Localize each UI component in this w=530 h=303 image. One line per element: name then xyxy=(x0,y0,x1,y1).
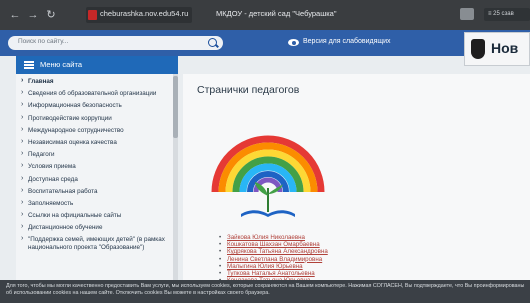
search-placeholder: Поиск по сайту... xyxy=(18,38,69,45)
sidebar-menu-item[interactable]: Условия приема xyxy=(16,161,172,173)
sidebar-menu: Меню сайта ГлавнаяСведения об образовате… xyxy=(16,56,178,286)
reload-icon[interactable]: ↻ xyxy=(44,9,58,21)
lock-icon xyxy=(88,10,97,20)
sidebar-menu-item[interactable]: Заполняемость xyxy=(16,198,172,210)
url-text: cheburashka.nov.edu54.ru xyxy=(100,9,189,18)
search-input[interactable]: Поиск по сайту... xyxy=(8,36,223,50)
sidebar-menu-item[interactable]: Международное сотрудничество xyxy=(16,125,172,137)
sidebar-scrollbar[interactable] xyxy=(173,74,178,286)
address-bar[interactable]: cheburashka.nov.edu54.ru xyxy=(86,7,192,23)
coat-of-arms-icon xyxy=(471,39,485,59)
teacher-page-link[interactable]: Тупкова Наталья Анатольевна xyxy=(219,270,429,277)
sidebar-menu-item[interactable]: Противодействие коррупции xyxy=(16,113,172,125)
site-header: Поиск по сайту... Версия для слабовидящи… xyxy=(0,30,530,56)
search-icon[interactable] xyxy=(208,38,217,47)
cookie-text: Для того, чтобы мы могли качественно пре… xyxy=(6,283,525,296)
cookie-banner: Для того, чтобы мы могли качественно пре… xyxy=(0,280,530,303)
sidebar-menu-item[interactable]: Главная xyxy=(16,76,172,88)
rainbow-logo-image xyxy=(211,135,325,217)
logo-text: Нов xyxy=(491,40,519,56)
page-title: Странички педагогов xyxy=(197,84,300,96)
hamburger-icon xyxy=(24,61,34,69)
tab-title: МКДОУ - детский сад "Чебурашка" xyxy=(216,9,337,18)
teacher-page-link[interactable]: Кудрякова Татьяна Александровна xyxy=(219,248,429,255)
back-icon[interactable]: ← xyxy=(8,9,22,21)
sidebar-menu-item[interactable]: "Поддержка семей, имеющих детей" (в рамк… xyxy=(16,234,172,253)
menu-list: ГлавнаяСведения об образовательной орган… xyxy=(16,76,172,254)
sidebar-menu-item[interactable]: Ссылки на официальные сайты xyxy=(16,210,172,222)
low-vision-version-link[interactable]: Версия для слабовидящих xyxy=(303,38,391,45)
sidebar-menu-item[interactable]: Информационная безопасность xyxy=(16,100,172,112)
extension-icon[interactable] xyxy=(460,8,474,20)
sidebar-menu-item[interactable]: Педагоги xyxy=(16,149,172,161)
teacher-page-link[interactable]: Ленина Светлана Владимировна xyxy=(219,256,429,263)
sidebar-menu-item[interactable]: Дистанционное обучение xyxy=(16,222,172,234)
sidebar-menu-item[interactable]: Воспитательная работа xyxy=(16,186,172,198)
main-content: Странички педагогов Зайкова Юлия Николае… xyxy=(183,74,530,299)
scrollbar-thumb[interactable] xyxy=(173,76,178,138)
eye-icon[interactable] xyxy=(288,39,299,46)
browser-toolbar: ← → ↻ cheburashka.nov.edu54.ru МКДОУ - д… xyxy=(0,0,530,30)
sidebar-menu-item[interactable]: Доступная среда xyxy=(16,174,172,186)
browser-menu-button[interactable]: ≡ 25 сзав xyxy=(484,8,530,21)
forward-icon[interactable]: → xyxy=(26,9,40,21)
teacher-page-link[interactable]: Малыгина Юлия Юрьевна xyxy=(219,263,429,270)
web-page: Поиск по сайту... Версия для слабовидящи… xyxy=(0,30,530,303)
teacher-page-link[interactable]: Кошкатова Шахзан Омарбаевна xyxy=(219,241,429,248)
sidebar-menu-item[interactable]: Сведения об образовательной организации xyxy=(16,88,172,100)
sidebar-menu-item[interactable]: Независимая оценка качества xyxy=(16,137,172,149)
teacher-page-link[interactable]: Зайкова Юлия Николаевна xyxy=(219,234,429,241)
region-logo[interactable]: Нов xyxy=(464,32,530,66)
menu-title: Меню сайта xyxy=(40,60,82,69)
menu-header[interactable]: Меню сайта xyxy=(16,56,178,74)
